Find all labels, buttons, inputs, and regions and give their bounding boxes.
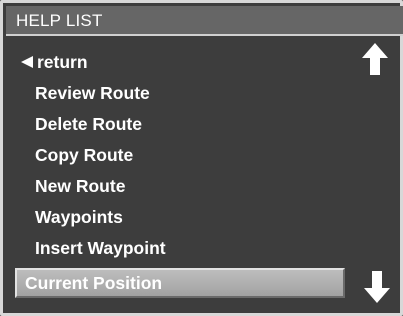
menu-item-label: Insert Waypoint <box>35 238 166 258</box>
left-triangle-icon <box>21 56 33 68</box>
menu-item-label: New Route <box>35 176 126 196</box>
menu-item-label: Review Route <box>35 83 150 103</box>
menu-item-new-route[interactable]: New Route <box>15 171 125 201</box>
menu-item-insert-waypoint[interactable]: Insert Waypoint <box>15 233 166 263</box>
arrow-down-icon[interactable] <box>362 269 392 305</box>
menu-item-review-route[interactable]: Review Route <box>15 78 150 108</box>
return-item[interactable]: return <box>15 47 88 77</box>
menu-item-label: Delete Route <box>35 114 142 134</box>
menu-item-delete-route[interactable]: Delete Route <box>15 109 142 139</box>
menu-item-copy-route[interactable]: Copy Route <box>15 140 133 170</box>
menu-item-label: Waypoints <box>35 207 123 227</box>
arrow-up-icon[interactable] <box>360 41 390 77</box>
menu-item-label: Copy Route <box>35 145 134 165</box>
help-list-window: HELP LIST return Review Route Delete Rou… <box>0 0 403 316</box>
menu-item-current-position[interactable]: Current Position <box>15 268 345 298</box>
menu-item-label: Current Position <box>25 273 163 293</box>
header-bar: HELP LIST <box>6 6 403 36</box>
page-title: HELP LIST <box>16 11 103 30</box>
menu-item-waypoints[interactable]: Waypoints <box>15 202 123 232</box>
